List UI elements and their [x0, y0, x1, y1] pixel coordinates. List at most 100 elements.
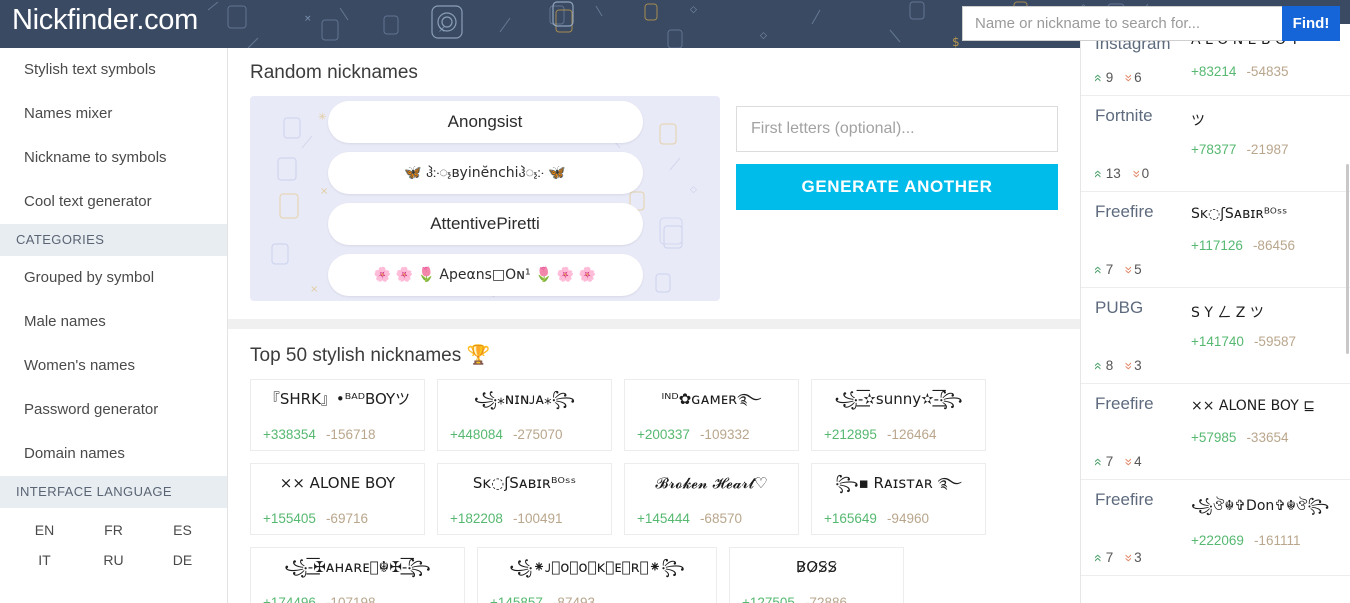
downvote-count: -126464: [886, 427, 937, 442]
upvote-count: +117126: [1191, 238, 1243, 253]
svg-text:◇: ◇: [690, 185, 697, 195]
upvote-number: 7: [1105, 454, 1114, 469]
sidebar-section-categories: CATEGORIES: [0, 224, 227, 256]
sidebar-item-nickname-to-symbols[interactable]: Nickname to symbols: [0, 136, 227, 180]
right-panel-row[interactable]: Freefire Sᴋ◌ʃSᴀʙɪʀᴮᴼˢˢ +117126 -86456 «7 «5: [1081, 192, 1350, 288]
upvote-count: +212895: [824, 427, 877, 442]
right-panel-game-label[interactable]: PUBG: [1095, 298, 1143, 318]
right-panel-row[interactable]: Fortnite ツ +78377 -21987 «13 «0: [1081, 96, 1350, 192]
nickname-card-text: ꧁-͟͟͞✠ᴀʜᴀʀᴇ⃝☬✠-͟͟͞꧂: [284, 558, 431, 576]
nickname-card[interactable]: ꧁-͟͟͞✠ᴀʜᴀʀᴇ⃝☬✠-͟͟͞꧂ +174496 -107198: [250, 547, 465, 603]
search-input[interactable]: [962, 6, 1282, 41]
sidebar-section-interface-language: INTERFACE LANGUAGE: [0, 476, 227, 508]
chevron-up-icon[interactable]: «: [1091, 458, 1107, 466]
upvote-count: +145857: [490, 595, 543, 603]
main-content: Random nicknames ✳ × × ◇ Anongsist 🦋 ჰ჻᮪…: [228, 48, 1080, 603]
nickname-card[interactable]: 『SHRK』•ᴮᴬᴰBOYツ +338354 -156718: [250, 379, 425, 451]
right-panel-row[interactable]: Freefire ꧁ঔ☬✞Don✞☬ঔ꧂ +222069 -161111 «7 «3: [1081, 480, 1350, 576]
right-panel-votes: «7 «4: [1091, 454, 1142, 469]
language-option-es[interactable]: ES: [148, 522, 217, 538]
upvote-number: 9: [1105, 70, 1114, 85]
right-panel-counts: +83214 -54835: [1191, 64, 1336, 79]
upvote-count: +145444: [637, 511, 690, 526]
nickname-card[interactable]: ꧁⁎ɴɪɴᴊᴀ⁎꧂ +448084 -275070: [437, 379, 612, 451]
chevron-down-icon[interactable]: «: [1119, 554, 1135, 562]
sidebar-item-male-names[interactable]: Male names: [0, 300, 227, 344]
right-panel-nickname[interactable]: ꧁ঔ☬✞Don✞☬ঔ꧂: [1191, 490, 1336, 523]
sidebar-item-password-generator[interactable]: Password generator: [0, 388, 227, 432]
downvote-count: -69716: [325, 511, 368, 526]
nickname-card[interactable]: 𝓑𝓻𝓸𝓴𝓮𝓷 𝓗𝓮𝓪𝓻𝓽♡ +145444 -68570: [624, 463, 799, 535]
chevron-down-icon[interactable]: «: [1119, 362, 1135, 370]
sidebar-item-names-mixer[interactable]: Names mixer: [0, 92, 227, 136]
language-option-ru[interactable]: RU: [79, 552, 148, 568]
chevron-down-icon[interactable]: «: [1119, 266, 1135, 274]
right-panel-counts: +141740 -59587: [1191, 334, 1336, 349]
nickname-card-text: ꧂▪ Rᴀɪsᴛᴀʀ ࿐: [835, 474, 962, 492]
upvote-count: +200337: [637, 427, 690, 442]
nickname-card[interactable]: B̷O̷S̷S̷ +127505 -72886: [729, 547, 904, 603]
random-nickname-item[interactable]: AttentivePiretti: [327, 203, 643, 245]
right-panel-scrollbar[interactable]: [1346, 24, 1350, 603]
upvote-count: +338354: [263, 427, 316, 442]
chevron-up-icon[interactable]: «: [1091, 170, 1107, 178]
nickname-card[interactable]: Sᴋ◌ʃSᴀʙɪʀᴮᴼˢˢ +182208 -100491: [437, 463, 612, 535]
downvote-count: -86456: [1252, 238, 1295, 253]
language-option-fr[interactable]: FR: [79, 522, 148, 538]
random-nickname-item[interactable]: 🦋 ჰ჻᮪ʙyinĕnchiჰ᮪჻ 🦋: [327, 152, 643, 194]
right-panel-game-label[interactable]: Freefire: [1095, 394, 1154, 414]
upvote-count: +155405: [263, 511, 316, 526]
random-nickname-item[interactable]: 🌸 🌸 🌷 Apeαns□Oɴ¹ 🌷 🌸 🌸: [327, 254, 643, 296]
right-panel-nickname[interactable]: Sᴋ◌ʃSᴀʙɪʀᴮᴼˢˢ: [1191, 202, 1336, 228]
right-panel-game-label[interactable]: Fortnite: [1095, 106, 1153, 126]
scrollbar-thumb[interactable]: [1346, 164, 1349, 354]
chevron-up-icon[interactable]: «: [1091, 74, 1107, 82]
svg-text:×: ×: [310, 284, 318, 295]
site-header: × × ◇ ◇ ◯ ◇ × k × $: [0, 0, 1350, 48]
upvote-number: 13: [1105, 166, 1121, 181]
chevron-down-icon[interactable]: «: [1119, 74, 1135, 82]
nickname-card-counts: +338354 -156718: [263, 427, 412, 442]
upvote-count: +165649: [824, 511, 877, 526]
generate-another-button[interactable]: GENERATE ANOTHER: [736, 164, 1058, 210]
random-nickname-item[interactable]: Anongsist: [327, 101, 643, 143]
nickname-card-text: 『SHRK』•ᴮᴬᴰBOYツ: [264, 390, 411, 408]
upvote-count: +57985: [1191, 430, 1237, 445]
sidebar-item-cool-text-generator[interactable]: Cool text generator: [0, 180, 227, 224]
nickname-card[interactable]: ꧁-͟͟͞✫sunny✫-͟͟͞꧂ +212895 -126464: [811, 379, 986, 451]
chevron-up-icon[interactable]: «: [1091, 362, 1107, 370]
nickname-card-text: ꧁⁕ᴊ᷼ᴏ᷼ᴏ᷼ᴋ᷼ᴇ᷼ʀ᷼⁕꧂: [509, 558, 685, 576]
language-option-en[interactable]: EN: [10, 522, 79, 538]
right-panel-nickname[interactable]: ツ: [1191, 106, 1336, 132]
nickname-card-counts: +182208 -100491: [450, 511, 599, 526]
right-panel-nickname[interactable]: S Y ㄥ Z ツ: [1191, 298, 1336, 324]
sidebar-item-grouped-by-symbol[interactable]: Grouped by symbol: [0, 256, 227, 300]
nickname-card[interactable]: ꧁⁕ᴊ᷼ᴏ᷼ᴏ᷼ᴋ᷼ᴇ᷼ʀ᷼⁕꧂ +145857 -87493: [477, 547, 717, 603]
chevron-up-icon[interactable]: «: [1091, 266, 1107, 274]
downvote-count: -59587: [1253, 334, 1296, 349]
right-panel-game-label[interactable]: Freefire: [1095, 490, 1154, 510]
site-brand-logo[interactable]: Nickfinder.com: [12, 4, 198, 37]
right-panel-row[interactable]: PUBG S Y ㄥ Z ツ +141740 -59587 «8 «3: [1081, 288, 1350, 384]
right-panel-row[interactable]: Freefire ×× ALONE BOY ⊑ +57985 -33654 «7 «4: [1081, 384, 1350, 480]
nickname-card[interactable]: ꧂▪ Rᴀɪsᴛᴀʀ ࿐ +165649 -94960: [811, 463, 986, 535]
language-option-de[interactable]: DE: [148, 552, 217, 568]
right-panel-counts: +222069 -161111: [1191, 533, 1336, 548]
nickname-card-text: Sᴋ◌ʃSᴀʙɪʀᴮᴼˢˢ: [472, 474, 577, 492]
chevron-down-icon[interactable]: «: [1119, 458, 1135, 466]
nickname-card[interactable]: ×× ALONE BOY +155405 -69716: [250, 463, 425, 535]
find-button[interactable]: Find!: [1282, 6, 1340, 41]
chevron-up-icon[interactable]: «: [1091, 554, 1107, 562]
sidebar-item-domain-names[interactable]: Domain names: [0, 432, 227, 476]
upvote-count: +222069: [1191, 533, 1244, 548]
chevron-down-icon[interactable]: «: [1127, 170, 1143, 178]
right-panel-counts: +78377 -21987: [1191, 142, 1336, 157]
sidebar-item-stylish-text-symbols[interactable]: Stylish text symbols: [0, 48, 227, 92]
first-letters-input[interactable]: [736, 106, 1058, 152]
right-panel-nickname[interactable]: ×× ALONE BOY ⊑: [1191, 394, 1336, 420]
language-option-it[interactable]: IT: [10, 552, 79, 568]
sidebar-item-womens-names[interactable]: Women's names: [0, 344, 227, 388]
right-panel-game-label[interactable]: Freefire: [1095, 202, 1154, 222]
right-sidebar: InstagramA L O N E B O Y+83214-54835«9«6…: [1080, 24, 1350, 603]
nickname-card[interactable]: ᴵᴺᴰ✿ɢᴀᴍᴇʀ࿐ +200337 -109332: [624, 379, 799, 451]
